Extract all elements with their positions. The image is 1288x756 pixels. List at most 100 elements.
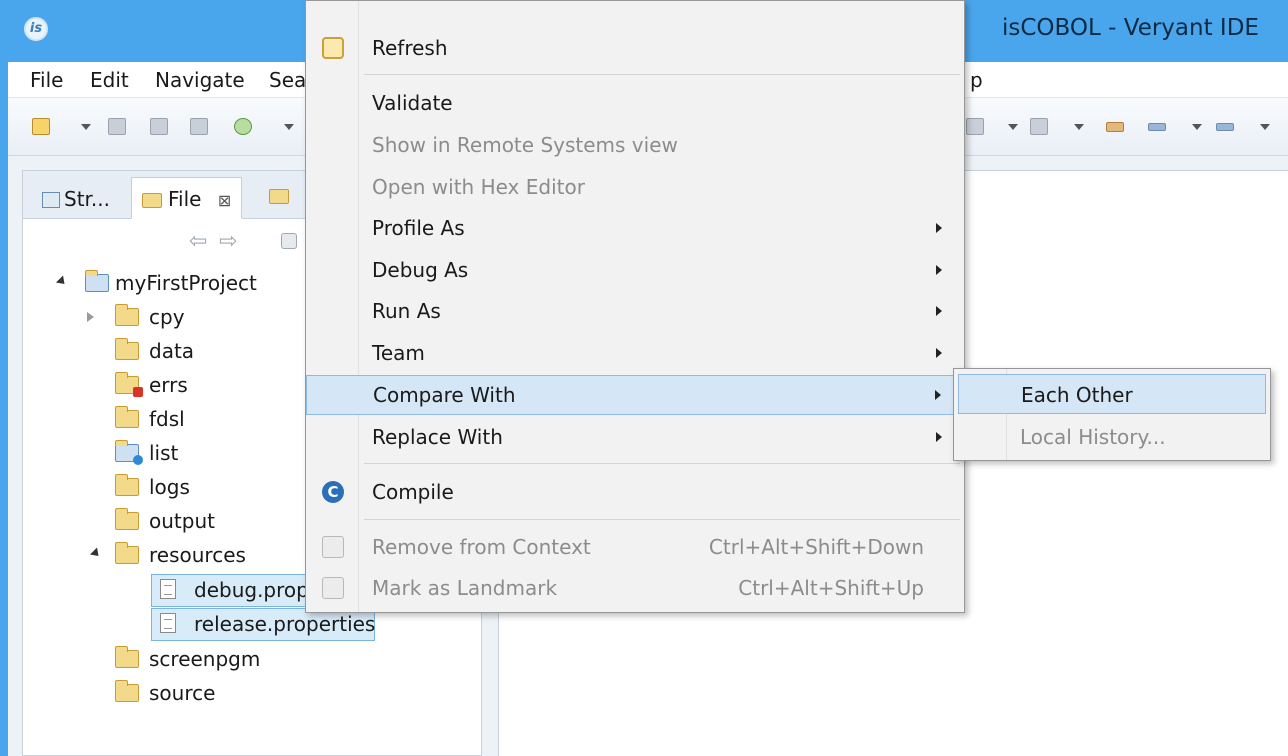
menu-item-label: Remove from Context bbox=[372, 535, 591, 559]
save-all-icon[interactable] bbox=[150, 118, 168, 135]
tab-file[interactable]: File ⊠ bbox=[131, 177, 243, 219]
forward-dropdown-icon[interactable] bbox=[1260, 124, 1270, 130]
annotation-dropdown-icon[interactable] bbox=[1008, 124, 1018, 130]
back-arrow-icon[interactable]: ⇦ bbox=[189, 229, 207, 254]
folder-icon bbox=[115, 338, 139, 360]
menu-item-debug-as[interactable]: Debug As bbox=[306, 250, 964, 290]
menu-item-label: Profile As bbox=[372, 216, 465, 240]
menu-item-label: Each Other bbox=[1021, 383, 1133, 407]
annotation-icon[interactable] bbox=[966, 118, 984, 135]
tree-label: data bbox=[149, 339, 195, 363]
collapsed-icon[interactable] bbox=[87, 312, 94, 322]
menu-item-label: Open with Hex Editor bbox=[372, 175, 585, 199]
tab-structure[interactable]: Str... bbox=[31, 177, 121, 219]
tree-label: logs bbox=[149, 475, 190, 499]
folder-icon bbox=[115, 304, 139, 326]
expand-icon[interactable] bbox=[89, 547, 103, 560]
forward-icon[interactable] bbox=[1216, 123, 1234, 131]
menu-item-show-remote[interactable]: Show in Remote Systems view bbox=[306, 125, 964, 165]
menu-item-replace-with[interactable]: Replace With bbox=[306, 417, 964, 457]
menu-item-compile[interactable]: C Compile bbox=[306, 472, 964, 512]
folder-icon bbox=[142, 193, 162, 208]
submenu-arrow-icon bbox=[935, 390, 941, 400]
back-dropdown-icon[interactable] bbox=[1192, 124, 1202, 130]
collapse-all-icon[interactable] bbox=[281, 233, 297, 249]
menu-item-label: Refresh bbox=[372, 36, 448, 60]
tab-file-label: File bbox=[168, 187, 202, 211]
folder-icon bbox=[115, 508, 139, 530]
tree-label: source bbox=[149, 681, 216, 705]
context-menu: Refresh Validate Show in Remote Systems … bbox=[305, 0, 965, 613]
submenu-item-local-history[interactable]: Local History... bbox=[958, 417, 1266, 457]
app-logo-icon: is bbox=[24, 17, 48, 41]
menu-item-remove-context[interactable]: Remove from Context Ctrl+Alt+Shift+Down bbox=[306, 527, 964, 567]
folder-icon bbox=[115, 542, 139, 564]
menu-separator bbox=[364, 74, 960, 75]
tree-label: screenpgm bbox=[149, 647, 261, 671]
landmark-icon bbox=[322, 577, 344, 599]
menu-item-label: Mark as Landmark bbox=[372, 576, 558, 600]
tree-label: myFirstProject bbox=[115, 271, 257, 295]
tree-folder-source[interactable]: source bbox=[53, 679, 453, 709]
menu-item-label: Compile bbox=[372, 480, 454, 504]
new-dropdown-icon[interactable] bbox=[81, 124, 91, 130]
menu-item-label: Debug As bbox=[372, 258, 469, 282]
menu-item-run-as[interactable]: Run As bbox=[306, 291, 964, 331]
menu-navigate[interactable]: Navigate bbox=[155, 68, 245, 92]
menu-edit[interactable]: Edit bbox=[90, 68, 129, 92]
menu-item-compare-with[interactable]: Compare With bbox=[306, 375, 964, 415]
menu-item-team[interactable]: Team bbox=[306, 333, 964, 373]
menu-item-validate[interactable]: Validate bbox=[306, 83, 964, 123]
menu-separator bbox=[364, 463, 960, 464]
refresh-icon bbox=[322, 37, 344, 59]
close-icon[interactable]: ⊠ bbox=[218, 191, 231, 210]
menu-item-label: Replace With bbox=[372, 425, 503, 449]
run-dropdown-icon[interactable] bbox=[284, 124, 294, 130]
tree-label: release.properties bbox=[194, 612, 376, 636]
expand-icon[interactable] bbox=[55, 275, 69, 288]
menu-item-shortcut: Ctrl+Alt+Shift+Down bbox=[708, 535, 924, 559]
folder-icon bbox=[115, 680, 139, 702]
folder-icon[interactable] bbox=[269, 189, 289, 204]
save-icon[interactable] bbox=[108, 118, 126, 135]
submenu-arrow-icon bbox=[936, 348, 942, 358]
menu-item-label: Local History... bbox=[1020, 425, 1166, 449]
tree-folder-screenpgm[interactable]: screenpgm bbox=[53, 645, 453, 675]
tree-label: fdsl bbox=[149, 407, 185, 431]
tab-structure-label: Str... bbox=[64, 187, 110, 211]
submenu-arrow-icon bbox=[936, 223, 942, 233]
submenu-item-each-other[interactable]: Each Other bbox=[958, 374, 1266, 414]
back-icon[interactable] bbox=[1148, 123, 1166, 131]
window-border bbox=[0, 62, 8, 756]
forward-arrow-icon[interactable]: ⇨ bbox=[219, 229, 237, 254]
menu-item-refresh[interactable]: Refresh bbox=[306, 28, 964, 68]
menu-item-profile-as[interactable]: Profile As bbox=[306, 208, 964, 248]
next-annotation-dropdown-icon[interactable] bbox=[1074, 124, 1084, 130]
menu-item-label: Run As bbox=[372, 299, 441, 323]
menu-item-mark-landmark[interactable]: Mark as Landmark Ctrl+Alt+Shift+Up bbox=[306, 568, 964, 608]
menu-help[interactable]: p bbox=[970, 68, 983, 92]
tree-label: list bbox=[149, 441, 179, 465]
project-icon bbox=[85, 270, 109, 292]
menu-item-hex-editor[interactable]: Open with Hex Editor bbox=[306, 167, 964, 207]
folder-icon bbox=[115, 474, 139, 496]
print-icon[interactable] bbox=[190, 118, 208, 135]
file-icon bbox=[160, 579, 176, 599]
tree-label: cpy bbox=[149, 305, 185, 329]
folder-icon bbox=[115, 646, 139, 668]
new-icon[interactable] bbox=[32, 118, 50, 135]
info-badge-icon bbox=[133, 455, 143, 465]
run-icon[interactable] bbox=[234, 118, 252, 135]
tree-label: resources bbox=[149, 543, 246, 567]
next-annotation-icon[interactable] bbox=[1030, 118, 1048, 135]
menu-search[interactable]: Sea bbox=[269, 68, 306, 92]
submenu-arrow-icon bbox=[936, 306, 942, 316]
remove-context-icon bbox=[322, 536, 344, 558]
submenu-arrow-icon bbox=[936, 432, 942, 442]
error-badge-icon bbox=[133, 387, 143, 397]
window-title: isCOBOL - Veryant IDE bbox=[1002, 15, 1259, 41]
last-edit-icon[interactable] bbox=[1106, 122, 1124, 132]
tree-label: debug.prop bbox=[194, 578, 309, 602]
menu-file[interactable]: File bbox=[30, 68, 63, 92]
compare-with-submenu: Each Other Local History... bbox=[953, 368, 1271, 461]
